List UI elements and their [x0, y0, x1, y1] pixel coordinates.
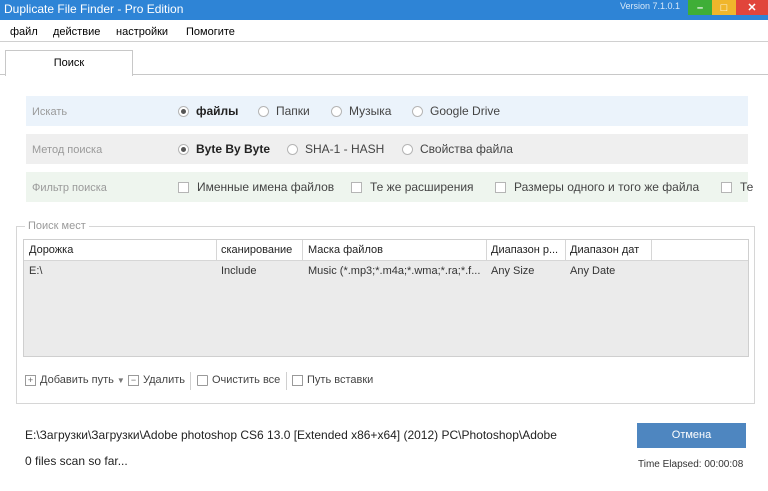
search-filter-row: Фильтр поиска Именные имена файлов Те же…	[26, 172, 753, 202]
checkbox-icon	[178, 181, 189, 193]
clear-all-label: Очистить все	[212, 374, 281, 386]
radio-google-drive-label: Google Drive	[430, 104, 501, 118]
paste-path-label: Путь вставки	[307, 374, 374, 386]
radio-selected-icon	[178, 105, 189, 117]
toolbar-divider	[286, 372, 287, 390]
remove-label: Удалить	[143, 374, 185, 386]
radio-byte-by-byte-label: Byte By Byte	[196, 142, 271, 156]
cell-size-range: Any Size	[491, 265, 535, 277]
minimize-button[interactable]: –	[688, 0, 712, 15]
radio-files[interactable]: файлы	[178, 104, 238, 118]
column-header-size-range[interactable]: Диапазон р...	[491, 244, 563, 256]
column-divider[interactable]	[302, 240, 303, 261]
check-same-names[interactable]: Именные имена файлов	[178, 180, 334, 194]
column-header-mask[interactable]: Маска файлов	[308, 244, 484, 256]
trash-icon	[197, 374, 208, 386]
maximize-button[interactable]: □	[712, 0, 736, 15]
menu-bar: файл действие настройки Помогите	[0, 20, 768, 42]
column-divider[interactable]	[486, 240, 487, 261]
tab-strip: Поиск	[0, 43, 768, 76]
plus-icon: +	[25, 374, 36, 386]
radio-icon	[402, 143, 413, 155]
radio-folders-label: Папки	[276, 104, 310, 118]
column-divider[interactable]	[216, 240, 217, 261]
check-same-extra-label: Те	[740, 180, 754, 194]
search-places-legend: Поиск мест	[25, 220, 89, 232]
column-divider[interactable]	[651, 240, 652, 261]
table-row[interactable]: E:\ Include Music (*.mp3;*.m4a;*.wma;*.r…	[24, 261, 748, 281]
radio-selected-icon	[178, 143, 189, 155]
clipboard-icon	[292, 374, 303, 386]
radio-icon	[331, 105, 342, 117]
menu-settings[interactable]: настройки	[116, 26, 168, 38]
add-path-label: Добавить путь	[40, 374, 114, 386]
column-header-date-range[interactable]: Диапазон дат	[570, 244, 650, 256]
search-filter-label: Фильтр поиска	[32, 182, 107, 194]
maximize-icon: □	[720, 1, 728, 14]
chevron-down-icon[interactable]: ▼	[117, 376, 125, 385]
cell-date-range: Any Date	[570, 265, 616, 277]
radio-file-properties-label: Свойства файла	[420, 142, 513, 156]
menu-file[interactable]: файл	[10, 26, 38, 38]
minus-icon: −	[128, 374, 139, 386]
current-scan-path: E:\Загрузки\Загрузки\Adobe photoshop CS6…	[25, 428, 557, 442]
column-divider[interactable]	[565, 240, 566, 261]
remove-button[interactable]: − Удалить	[128, 374, 185, 386]
radio-icon	[287, 143, 298, 155]
search-for-row: Искать файлы Папки Музыка Google Drive	[26, 96, 748, 126]
check-same-names-label: Именные имена файлов	[197, 180, 335, 194]
toolbar-divider	[190, 372, 191, 390]
radio-sha1-hash[interactable]: SHA-1 - HASH	[287, 142, 384, 156]
radio-icon	[258, 105, 269, 117]
radio-icon	[412, 105, 423, 117]
cell-path: E:\	[29, 265, 43, 277]
check-same-sizes[interactable]: Размеры одного и того же файла	[495, 180, 699, 194]
cancel-button[interactable]: Отмена	[637, 423, 746, 448]
checkbox-icon	[495, 181, 506, 193]
version-label: Version 7.1.0.1	[620, 1, 681, 11]
title-bar: Duplicate File Finder - Pro Edition Vers…	[0, 0, 768, 20]
radio-byte-by-byte[interactable]: Byte By Byte	[178, 142, 270, 156]
minimize-icon: –	[696, 1, 704, 14]
check-same-extra[interactable]: Те	[721, 180, 753, 194]
search-for-label: Искать	[32, 106, 68, 118]
cell-scan: Include	[221, 265, 257, 277]
places-table: Дорожка сканирование Маска файлов Диапаз…	[23, 239, 749, 357]
time-elapsed: Time Elapsed: 00:00:08	[638, 459, 744, 470]
clear-all-button[interactable]: Очистить все	[197, 374, 280, 386]
search-method-row: Метод поиска Byte By Byte SHA-1 - HASH С…	[26, 134, 748, 164]
close-button[interactable]: ✕	[736, 0, 768, 15]
close-icon: ✕	[747, 2, 757, 14]
radio-sha1-hash-label: SHA-1 - HASH	[305, 142, 385, 156]
radio-files-label: файлы	[196, 104, 239, 118]
radio-music-label: Музыка	[349, 104, 392, 118]
check-same-sizes-label: Размеры одного и того же файла	[514, 180, 700, 194]
check-same-extensions-label: Те же расширения	[370, 180, 474, 194]
check-same-extensions[interactable]: Те же расширения	[351, 180, 474, 194]
menu-help[interactable]: Помогите	[186, 26, 235, 38]
scan-progress-text: 0 files scan so far...	[25, 454, 128, 468]
search-method-label: Метод поиска	[32, 144, 103, 156]
window-title: Duplicate File Finder - Pro Edition	[4, 2, 184, 16]
add-path-button[interactable]: + Добавить путь ▼	[25, 374, 125, 386]
cell-mask: Music (*.mp3;*.m4a;*.wma;*.ra;*.f...	[308, 265, 481, 277]
checkbox-icon	[721, 181, 732, 193]
menu-action[interactable]: действие	[53, 26, 100, 38]
paste-path-button[interactable]: Путь вставки	[292, 374, 373, 386]
column-header-path[interactable]: Дорожка	[29, 244, 214, 256]
radio-file-properties[interactable]: Свойства файла	[402, 142, 513, 156]
checkbox-icon	[351, 181, 362, 193]
table-header: Дорожка сканирование Маска файлов Диапаз…	[24, 240, 748, 261]
radio-music[interactable]: Музыка	[331, 104, 391, 118]
tab-search[interactable]: Поиск	[5, 50, 133, 76]
radio-folders[interactable]: Папки	[258, 104, 310, 118]
radio-google-drive[interactable]: Google Drive	[412, 104, 500, 118]
column-header-scan[interactable]: сканирование	[221, 244, 299, 256]
